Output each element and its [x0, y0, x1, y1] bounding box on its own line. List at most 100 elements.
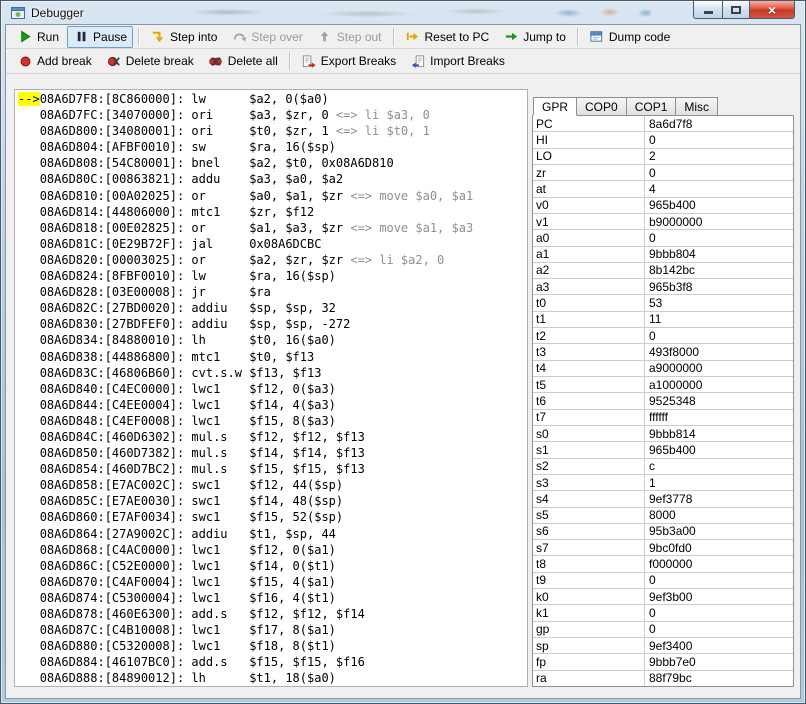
disassembly-line[interactable]: 08A6D874:[C5300004]: lwc1 $f16, 4($t1)	[18, 590, 527, 606]
register-row[interactable]: zr0	[533, 165, 793, 181]
disassembly-line[interactable]: 08A6D870:[C4AF0004]: lwc1 $f15, 4($a1)	[18, 574, 527, 590]
disassembly-line[interactable]: 08A6D83C:[46806B60]: cvt.s.w $f13, $f13	[18, 365, 527, 381]
register-row[interactable]: v0965b400	[533, 198, 793, 214]
pause-button[interactable]: Pause	[67, 26, 133, 48]
disassembly-line[interactable]: 08A6D864:[27A9002C]: addiu $t1, $sp, 44	[18, 526, 527, 542]
register-row[interactable]: sp9ef3400	[533, 638, 793, 654]
register-row[interactable]: a19bbb804	[533, 247, 793, 263]
disassembly-line[interactable]: 08A6D814:[44806000]: mtc1 $zr, $f12	[18, 204, 527, 220]
tab-gpr[interactable]: GPR	[533, 97, 577, 116]
delete-all-button[interactable]: Delete all	[202, 50, 284, 72]
register-row[interactable]: a00	[533, 230, 793, 246]
register-row[interactable]: fp9bbb7e0	[533, 654, 793, 670]
dump-code-button[interactable]: Dump code	[583, 26, 676, 48]
register-row[interactable]: s1965b400	[533, 442, 793, 458]
register-value: 965b400	[645, 442, 793, 457]
disassembly-line[interactable]: 08A6D854:[460D7BC2]: mul.s $f15, $f15, $…	[18, 461, 527, 477]
step-out-icon	[317, 29, 333, 45]
register-row[interactable]: HI0	[533, 132, 793, 148]
register-row[interactable]: s09bbb814	[533, 426, 793, 442]
register-row[interactable]: t7ffffff	[533, 410, 793, 426]
tab-cop0[interactable]: COP0	[576, 97, 627, 115]
jump-to-button[interactable]: Jump to	[497, 26, 572, 48]
delete-break-button[interactable]: Delete break	[100, 50, 200, 72]
register-row[interactable]: t4a9000000	[533, 361, 793, 377]
register-row[interactable]: t111	[533, 312, 793, 328]
register-value: 9bbb804	[645, 247, 793, 262]
disassembly-line[interactable]: 08A6D838:[44886800]: mtc1 $t0, $f13	[18, 349, 527, 365]
tab-cop1[interactable]: COP1	[626, 97, 677, 115]
debugger-window: Debugger × RunPauseStep intoStep overSte…	[0, 0, 806, 704]
register-row[interactable]: a28b142bc	[533, 263, 793, 279]
disassembly-line[interactable]: 08A6D828:[03E00008]: jr $ra	[18, 284, 527, 300]
register-row[interactable]: k10	[533, 605, 793, 621]
close-button[interactable]: ×	[749, 1, 795, 19]
disassembly-line[interactable]: 08A6D850:[460D7382]: mul.s $f14, $f14, $…	[18, 445, 527, 461]
disassembly-line[interactable]: 08A6D844:[C4EE0004]: lwc1 $f14, 4($a3)	[18, 397, 527, 413]
toolbar-separator	[289, 52, 290, 70]
register-row[interactable]: s49ef3778	[533, 491, 793, 507]
disassembly-line[interactable]: 08A6D880:[C5320008]: lwc1 $f18, 8($t1)	[18, 638, 527, 654]
disassembly-line[interactable]: 08A6D858:[E7AC002C]: swc1 $f12, 44($sp)	[18, 477, 527, 493]
minimize-button[interactable]	[693, 1, 722, 19]
register-row[interactable]: s2c	[533, 459, 793, 475]
line-marker	[18, 639, 40, 653]
register-row[interactable]: s79bc0fd0	[533, 540, 793, 556]
disassembly-line[interactable]: 08A6D830:[27BDFEF0]: addiu $sp, $sp, -27…	[18, 316, 527, 332]
register-row[interactable]: a3965b3f8	[533, 279, 793, 295]
reset-to-pc-button[interactable]: Reset to PC	[399, 26, 496, 48]
disassembly-line[interactable]: 08A6D840:[C4EC0000]: lwc1 $f12, 0($a3)	[18, 381, 527, 397]
disassembly-line[interactable]: 08A6D810:[00A02025]: or $a0, $a1, $zr <=…	[18, 188, 527, 204]
disassembly-line[interactable]: 08A6D81C:[0E29B72F]: jal 0x08A6DCBC	[18, 236, 527, 252]
disassembly-line[interactable]: 08A6D808:[54C80001]: bnel $a2, $t0, 0x08…	[18, 155, 527, 171]
register-name: t5	[533, 377, 645, 392]
register-row[interactable]: s31	[533, 475, 793, 491]
register-row[interactable]: t8f000000	[533, 556, 793, 572]
disassembly-line[interactable]: 08A6D824:[8FBF0010]: lw $ra, 16($sp)	[18, 268, 527, 284]
disassembly-line[interactable]: 08A6D87C:[C4B10008]: lwc1 $f17, 8($a1)	[18, 622, 527, 638]
register-row[interactable]: t20	[533, 328, 793, 344]
titlebar[interactable]: Debugger	[5, 1, 801, 24]
disassembly-line[interactable]: 08A6D85C:[E7AE0030]: swc1 $f14, 48($sp)	[18, 493, 527, 509]
disassembly-line[interactable]: 08A6D868:[C4AC0000]: lwc1 $f12, 0($a1)	[18, 542, 527, 558]
register-row[interactable]: LO2	[533, 149, 793, 165]
disassembly-line[interactable]: 08A6D820:[00003025]: or $a2, $zr, $zr <=…	[18, 252, 527, 268]
disassembly-line[interactable]: 08A6D86C:[C52E0000]: lwc1 $f14, 0($t1)	[18, 558, 527, 574]
add-break-button[interactable]: Add break	[11, 50, 98, 72]
disassembly-line[interactable]: 08A6D84C:[460D6302]: mul.s $f12, $f12, $…	[18, 429, 527, 445]
disassembly-line[interactable]: 08A6D82C:[27BD0020]: addiu $sp, $sp, 32	[18, 300, 527, 316]
tab-misc[interactable]: Misc	[675, 97, 718, 115]
register-row[interactable]: s695b3a00	[533, 524, 793, 540]
register-row[interactable]: t69525348	[533, 393, 793, 409]
register-row[interactable]: s58000	[533, 508, 793, 524]
register-row[interactable]: v1b9000000	[533, 214, 793, 230]
disassembly-line[interactable]: -->08A6D7F8:[8C860000]: lw $a2, 0($a0)	[18, 91, 527, 107]
disassembly-line[interactable]: 08A6D888:[84890012]: lh $t1, 18($a0)	[18, 670, 527, 686]
disassembly-line[interactable]: 08A6D860:[E7AF0034]: swc1 $f15, 52($sp)	[18, 509, 527, 525]
disassembly-line[interactable]: 08A6D7FC:[34070000]: ori $a3, $zr, 0 <=>…	[18, 107, 527, 123]
register-row[interactable]: at4	[533, 181, 793, 197]
register-row[interactable]: PC8a6d7f8	[533, 116, 793, 132]
register-row[interactable]: t90	[533, 573, 793, 589]
register-row[interactable]: t053	[533, 295, 793, 311]
register-row[interactable]: t5a1000000	[533, 377, 793, 393]
disassembly-line[interactable]: 08A6D848:[C4EF0008]: lwc1 $f15, 8($a3)	[18, 413, 527, 429]
register-row[interactable]: gp0	[533, 622, 793, 638]
register-row[interactable]: t3493f8000	[533, 344, 793, 360]
disassembly-line[interactable]: 08A6D80C:[00863821]: addu $a3, $a0, $a2	[18, 171, 527, 187]
step-into-button[interactable]: Step into	[144, 26, 223, 48]
register-value: 88f79bc	[645, 671, 793, 686]
disassembly-line[interactable]: 08A6D800:[34080001]: ori $t0, $zr, 1 <=>…	[18, 123, 527, 139]
register-row[interactable]: ra88f79bc	[533, 671, 793, 686]
disassembly-line[interactable]: 08A6D834:[84880010]: lh $t0, 16($a0)	[18, 332, 527, 348]
import-breaks-button[interactable]: Import Breaks	[404, 50, 511, 72]
disassembly-line[interactable]: 08A6D818:[00E02825]: or $a1, $a3, $zr <=…	[18, 220, 527, 236]
export-breaks-button[interactable]: Export Breaks	[295, 50, 402, 72]
disassembly-line[interactable]: 08A6D884:[46107BC0]: add.s $f15, $f15, $…	[18, 654, 527, 670]
register-row[interactable]: k09ef3b00	[533, 589, 793, 605]
delete-break-icon	[106, 53, 122, 69]
disassembly-line[interactable]: 08A6D804:[AFBF0010]: sw $ra, 16($sp)	[18, 139, 527, 155]
run-button[interactable]: Run	[11, 26, 65, 48]
maximize-button[interactable]	[722, 1, 749, 19]
disassembly-line[interactable]: 08A6D878:[460E6300]: add.s $f12, $f12, $…	[18, 606, 527, 622]
